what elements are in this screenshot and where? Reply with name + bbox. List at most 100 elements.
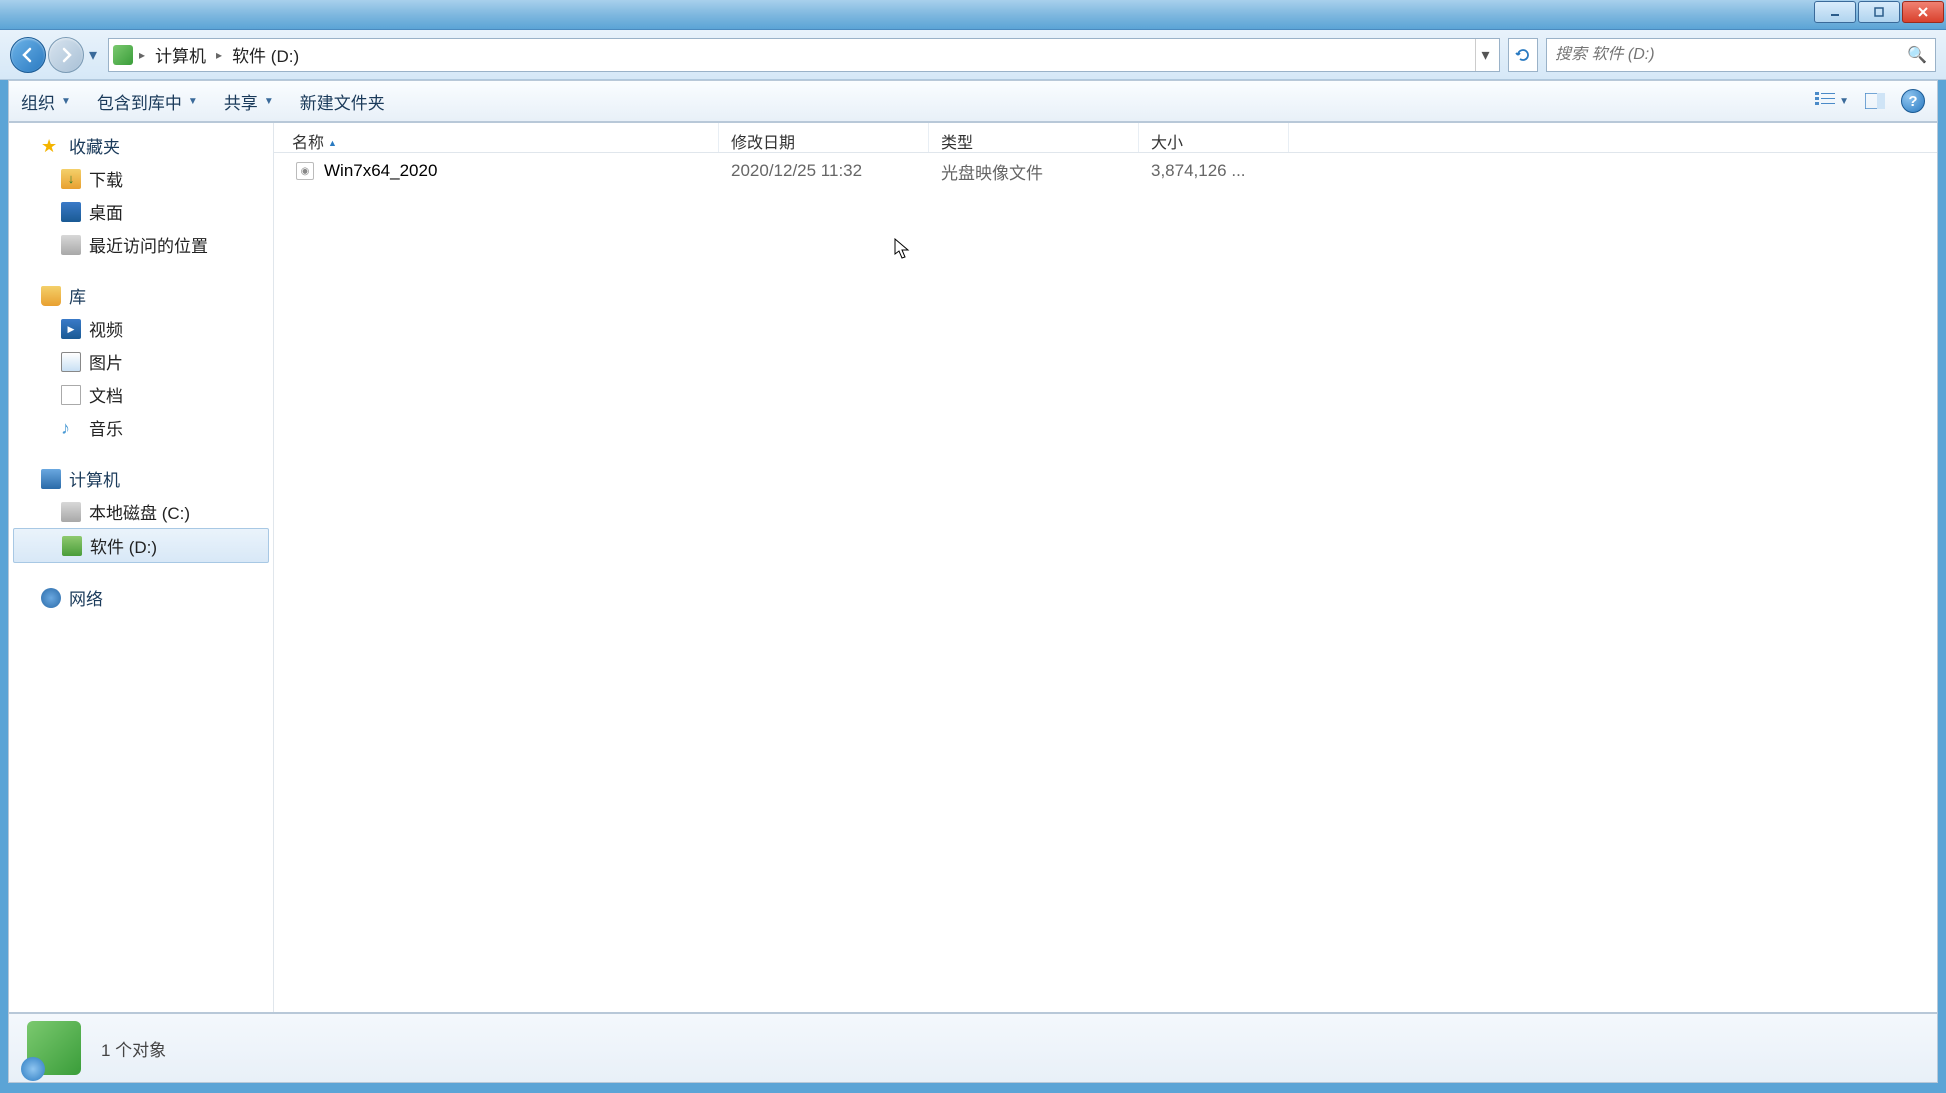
star-icon: ★	[41, 136, 61, 156]
sidebar-head-computer[interactable]: 计算机	[9, 462, 273, 495]
sidebar-head-favorites[interactable]: ★ 收藏夹	[9, 129, 273, 162]
documents-label: 文档	[89, 382, 123, 407]
file-rows-container[interactable]: ◉Win7x64_2020 2020/12/25 11:32 光盘映像文件 3,…	[274, 153, 1937, 1012]
pictures-label: 图片	[89, 349, 123, 374]
view-options-button[interactable]: ▼	[1815, 91, 1849, 112]
recent-label: 最近访问的位置	[89, 232, 208, 257]
network-label: 网络	[69, 585, 103, 610]
sidebar-head-libraries[interactable]: 库	[9, 279, 273, 312]
network-icon	[41, 588, 61, 608]
column-header-type[interactable]: 类型	[929, 123, 1139, 152]
libraries-icon	[41, 286, 61, 306]
toolbar-right: ▼ ?	[1815, 89, 1925, 113]
sidebar-item-drive-c[interactable]: 本地磁盘 (C:)	[9, 495, 273, 528]
sidebar-item-videos[interactable]: 视频	[9, 312, 273, 345]
list-view-icon	[1815, 91, 1835, 112]
sidebar-item-downloads[interactable]: 下载	[9, 162, 273, 195]
column-header-name[interactable]: 名称 ▲	[274, 123, 719, 152]
nav-buttons: ▾	[10, 37, 100, 73]
music-label: 音乐	[89, 415, 123, 440]
minimize-button[interactable]	[1814, 1, 1856, 23]
breadcrumb-drive-d[interactable]: 软件 (D:)	[228, 42, 303, 67]
main-area: ★ 收藏夹 下载 桌面 最近访问的位置 库 视频 图片 文档 ♪ 音乐 计算机 本地…	[8, 122, 1938, 1013]
breadcrumb-separator-icon[interactable]: ▸	[139, 48, 145, 62]
sidebar-group-libraries: 库 视频 图片 文档 ♪ 音乐	[9, 279, 273, 444]
organize-label: 组织	[21, 89, 55, 114]
status-bar: 1 个对象	[8, 1013, 1938, 1083]
sidebar-group-favorites: ★ 收藏夹 下载 桌面 最近访问的位置	[9, 129, 273, 261]
file-list-area: 名称 ▲ 修改日期 类型 大小 ◉ Win7x64_2020 2020/12/25 …	[274, 123, 1937, 1012]
computer-icon	[41, 469, 61, 489]
sidebar-item-pictures[interactable]: 图片	[9, 345, 273, 378]
music-icon: ♪	[61, 418, 81, 438]
documents-icon	[61, 385, 81, 405]
chevron-down-icon: ▼	[1839, 96, 1849, 107]
help-button[interactable]: ?	[1901, 89, 1925, 113]
col-type-label: 类型	[941, 135, 973, 152]
drive-c-label: 本地磁盘 (C:)	[89, 499, 190, 524]
navigation-sidebar: ★ 收藏夹 下载 桌面 最近访问的位置 库 视频 图片 文档 ♪ 音乐 计算机 本地…	[9, 123, 274, 1012]
nav-history-dropdown[interactable]: ▾	[86, 45, 100, 65]
drive-icon	[113, 45, 133, 65]
iso-file-icon: ◉	[296, 162, 314, 180]
sidebar-item-music[interactable]: ♪ 音乐	[9, 411, 273, 444]
sidebar-item-desktop[interactable]: 桌面	[9, 195, 273, 228]
maximize-button[interactable]	[1858, 1, 1900, 23]
share-label: 共享	[224, 89, 258, 114]
breadcrumb-separator-icon[interactable]: ▸	[216, 48, 222, 62]
chevron-down-icon: ▼	[61, 96, 71, 107]
recent-icon	[61, 235, 81, 255]
col-name-label: 名称	[292, 135, 324, 152]
videos-icon	[61, 319, 81, 339]
back-button[interactable]	[10, 37, 46, 73]
help-icon: ?	[1908, 93, 1917, 110]
favorites-label: 收藏夹	[69, 133, 120, 158]
file-date: 2020/12/25 11:32	[719, 161, 929, 181]
search-input[interactable]	[1555, 46, 1907, 64]
preview-pane-button[interactable]	[1863, 89, 1887, 113]
drive-large-icon	[27, 1021, 81, 1075]
forward-button[interactable]	[48, 37, 84, 73]
organize-menu[interactable]: 组织 ▼	[21, 89, 71, 114]
col-size-label: 大小	[1151, 135, 1183, 152]
sidebar-item-drive-d[interactable]: 软件 (D:)	[13, 528, 269, 563]
column-header-size[interactable]: 大小	[1139, 123, 1289, 152]
file-name: Win7x64_2020	[324, 161, 437, 181]
share-menu[interactable]: 共享 ▼	[224, 89, 274, 114]
col-date-label: 修改日期	[731, 135, 795, 152]
refresh-button[interactable]	[1508, 38, 1538, 72]
sidebar-group-computer: 计算机 本地磁盘 (C:) 软件 (D:)	[9, 462, 273, 563]
search-icon[interactable]: 🔍	[1907, 45, 1927, 65]
drive-icon	[62, 536, 82, 556]
desktop-icon	[61, 202, 81, 222]
videos-label: 视频	[89, 316, 123, 341]
drive-icon	[61, 502, 81, 522]
column-header-date[interactable]: 修改日期	[719, 123, 929, 152]
mouse-cursor-icon	[894, 238, 912, 266]
chevron-down-icon: ▼	[188, 96, 198, 107]
sidebar-item-recent[interactable]: 最近访问的位置	[9, 228, 273, 261]
new-folder-label: 新建文件夹	[300, 89, 385, 114]
address-bar[interactable]: ▸ 计算机 ▸ 软件 (D:) ▾	[108, 38, 1500, 72]
libraries-label: 库	[69, 283, 86, 308]
chevron-down-icon: ▼	[264, 96, 274, 107]
column-headers: 名称 ▲ 修改日期 类型 大小	[274, 123, 1937, 153]
address-dropdown[interactable]: ▾	[1475, 39, 1495, 71]
command-toolbar: 组织 ▼ 包含到库中 ▼ 共享 ▼ 新建文件夹 ▼ ?	[8, 80, 1938, 122]
close-button[interactable]	[1902, 1, 1944, 23]
new-folder-button[interactable]: 新建文件夹	[300, 89, 385, 114]
status-text: 1 个对象	[101, 1036, 166, 1061]
sidebar-item-documents[interactable]: 文档	[9, 378, 273, 411]
include-in-library-menu[interactable]: 包含到库中 ▼	[97, 89, 198, 114]
drive-d-label: 软件 (D:)	[90, 533, 157, 558]
window-control-buttons	[1814, 1, 1944, 29]
sidebar-head-network[interactable]: 网络	[9, 581, 273, 614]
sort-ascending-icon: ▲	[328, 138, 337, 148]
search-box[interactable]: 🔍	[1546, 38, 1936, 72]
downloads-icon	[61, 169, 81, 189]
include-label: 包含到库中	[97, 89, 182, 114]
breadcrumb-computer[interactable]: 计算机	[151, 42, 210, 67]
file-row[interactable]: ◉Win7x64_2020 2020/12/25 11:32 光盘映像文件 3,…	[274, 153, 1937, 189]
file-type: 光盘映像文件	[929, 159, 1139, 184]
downloads-label: 下载	[89, 166, 123, 191]
